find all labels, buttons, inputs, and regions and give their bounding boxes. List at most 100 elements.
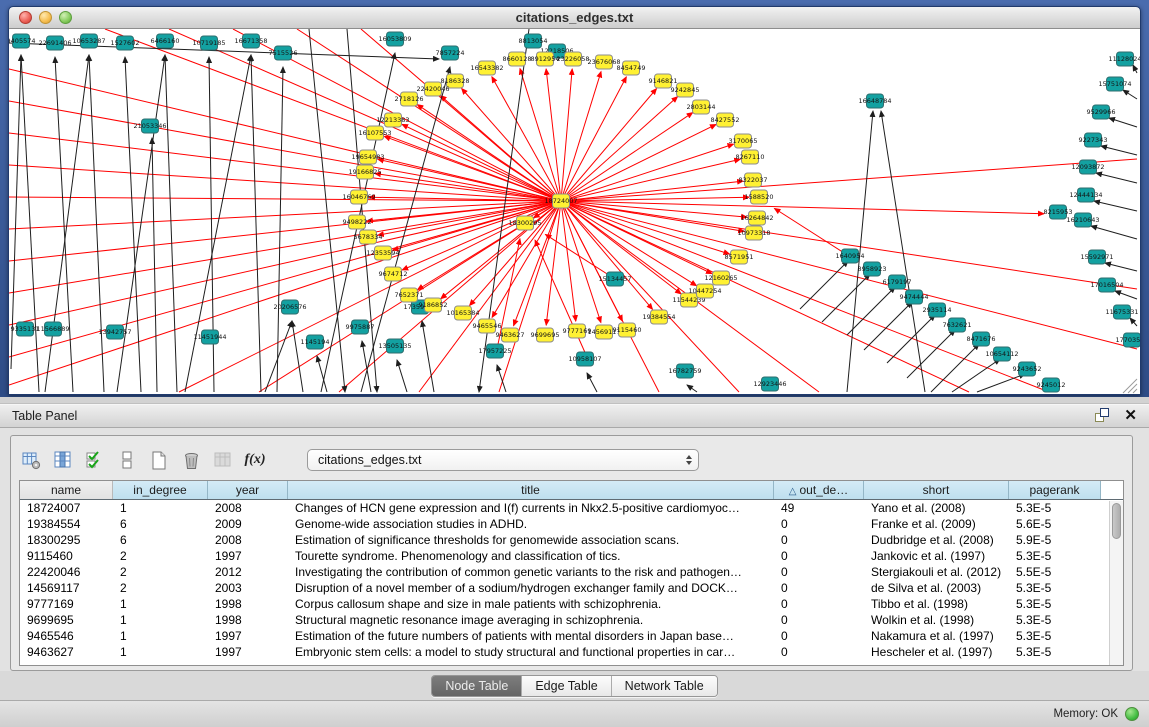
table-cell[interactable]: 5.3E-5	[1009, 500, 1101, 516]
delete-column-icon[interactable]	[181, 450, 201, 470]
table-vertical-scrollbar[interactable]	[1109, 501, 1123, 665]
table-cell[interactable]: Wolkin et al. (1998)	[864, 612, 1009, 628]
tab-node-table[interactable]: Node Table	[432, 676, 522, 696]
table-cell[interactable]: 22420046	[20, 564, 113, 580]
network-canvas[interactable]: 9405574226914061065328715276026466160107…	[9, 29, 1140, 394]
table-cell[interactable]: 1	[113, 596, 208, 612]
table-cell[interactable]: 0	[774, 564, 864, 580]
table-cell[interactable]: 2008	[208, 532, 288, 548]
panel-splitter[interactable]	[0, 397, 1149, 404]
table-cell[interactable]: 1998	[208, 596, 288, 612]
table-cell[interactable]: 0	[774, 548, 864, 564]
table-cell[interactable]: 9463627	[20, 644, 113, 660]
table-cell[interactable]: 18300295	[20, 532, 113, 548]
minimize-window-button[interactable]	[39, 11, 52, 24]
table-cell[interactable]: 1998	[208, 612, 288, 628]
table-selector-dropdown[interactable]: citations_edges.txt	[307, 449, 699, 471]
table-row[interactable]: 2242004622012Investigating the contribut…	[20, 564, 1123, 580]
table-cell[interactable]: Disruption of a novel member of a sodium…	[288, 580, 774, 596]
column-header-in_degree[interactable]: in_degree	[113, 481, 208, 499]
table-cell[interactable]: 2012	[208, 564, 288, 580]
table-cell[interactable]: 9777169	[20, 596, 113, 612]
table-cell[interactable]: 0	[774, 644, 864, 660]
column-header-year[interactable]: year	[208, 481, 288, 499]
select-all-rows-icon[interactable]	[85, 450, 105, 470]
table-cell[interactable]: 9115460	[20, 548, 113, 564]
table-disabled-icon[interactable]	[213, 450, 233, 470]
table-cell[interactable]: 0	[774, 532, 864, 548]
table-cell[interactable]: Investigating the contribution of common…	[288, 564, 774, 580]
select-column-icon[interactable]	[53, 450, 73, 470]
table-row[interactable]: 977716911998Corpus callosum shape and si…	[20, 596, 1123, 612]
table-cell[interactable]: 14569117	[20, 580, 113, 596]
table-cell[interactable]: 49	[774, 500, 864, 516]
table-cell[interactable]: Franke et al. (2009)	[864, 516, 1009, 532]
table-cell[interactable]: 5.3E-5	[1009, 612, 1101, 628]
table-row[interactable]: 1872400712008Changes of HCN gene express…	[20, 500, 1123, 516]
node-table[interactable]: namein_degreeyeartitle△out_de…shortpager…	[19, 480, 1124, 666]
table-cell[interactable]: 19384554	[20, 516, 113, 532]
table-cell[interactable]: Tourette syndrome. Phenomenology and cla…	[288, 548, 774, 564]
table-cell[interactable]: 1	[113, 500, 208, 516]
table-cell[interactable]: Embryonic stem cells: a model to study s…	[288, 644, 774, 660]
table-cell[interactable]: Estimation of significance thresholds fo…	[288, 532, 774, 548]
table-cell[interactable]: Yano et al. (2008)	[864, 500, 1009, 516]
scrollbar-thumb[interactable]	[1112, 503, 1121, 539]
table-cell[interactable]: 5.9E-5	[1009, 532, 1101, 548]
table-cell[interactable]: 5.3E-5	[1009, 628, 1101, 644]
table-cell[interactable]: 0	[774, 516, 864, 532]
deselect-rows-icon[interactable]	[117, 450, 137, 470]
table-cell[interactable]: Estimation of the future numbers of pati…	[288, 628, 774, 644]
column-header-title[interactable]: title	[288, 481, 774, 499]
column-header-short[interactable]: short	[864, 481, 1009, 499]
table-cell[interactable]: Nakamura et al. (1997)	[864, 628, 1009, 644]
table-cell[interactable]: 18724007	[20, 500, 113, 516]
table-cell[interactable]: 5.5E-5	[1009, 564, 1101, 580]
table-cell[interactable]: Changes of HCN gene expression and I(f) …	[288, 500, 774, 516]
table-cell[interactable]: 2	[113, 548, 208, 564]
window-titlebar[interactable]: citations_edges.txt	[9, 7, 1140, 29]
table-cell[interactable]: 0	[774, 612, 864, 628]
table-cell[interactable]: Corpus callosum shape and size in male p…	[288, 596, 774, 612]
table-cell[interactable]: Genome-wide association studies in ADHD.	[288, 516, 774, 532]
table-cell[interactable]: 1997	[208, 548, 288, 564]
table-cell[interactable]: 5.3E-5	[1009, 596, 1101, 612]
table-cell[interactable]: 1997	[208, 644, 288, 660]
table-cell[interactable]: 0	[774, 580, 864, 596]
table-cell[interactable]: Jankovic et al. (1997)	[864, 548, 1009, 564]
table-cell[interactable]: Tibbo et al. (1998)	[864, 596, 1009, 612]
memory-status-indicator[interactable]	[1125, 707, 1139, 721]
table-cell[interactable]: 2	[113, 564, 208, 580]
table-row[interactable]: 1830029562008Estimation of significance …	[20, 532, 1123, 548]
column-header-out_de[interactable]: △out_de…	[774, 481, 864, 499]
table-cell[interactable]: 9699695	[20, 612, 113, 628]
table-cell[interactable]: 2009	[208, 516, 288, 532]
table-cell[interactable]: de Silva et al. (2003)	[864, 580, 1009, 596]
table-row[interactable]: 1938455462009Genome-wide association stu…	[20, 516, 1123, 532]
close-window-button[interactable]	[19, 11, 32, 24]
tab-edge-table[interactable]: Edge Table	[522, 676, 611, 696]
table-settings-icon[interactable]	[21, 450, 41, 470]
column-header-pagerank[interactable]: pagerank	[1009, 481, 1101, 499]
table-cell[interactable]: 2	[113, 580, 208, 596]
function-builder-icon[interactable]: f(x)	[245, 450, 265, 470]
table-cell[interactable]: 5.3E-5	[1009, 548, 1101, 564]
network-graph[interactable]: 9405574226914061065328715276026466160107…	[9, 29, 1140, 394]
table-row[interactable]: 946554611997Estimation of the future num…	[20, 628, 1123, 644]
table-cell[interactable]: 5.3E-5	[1009, 644, 1101, 660]
table-cell[interactable]: 6	[113, 532, 208, 548]
table-cell[interactable]: Stergiakouli et al. (2012)	[864, 564, 1009, 580]
table-row[interactable]: 946362711997Embryonic stem cells: a mode…	[20, 644, 1123, 660]
table-row[interactable]: 911546021997Tourette syndrome. Phenomeno…	[20, 548, 1123, 564]
close-panel-icon[interactable]: ✕	[1124, 408, 1137, 423]
table-cell[interactable]: 0	[774, 596, 864, 612]
float-panel-icon[interactable]	[1095, 408, 1110, 423]
table-cell[interactable]: 6	[113, 516, 208, 532]
table-cell[interactable]: 1	[113, 628, 208, 644]
table-cell[interactable]: 2003	[208, 580, 288, 596]
zoom-window-button[interactable]	[59, 11, 72, 24]
new-column-icon[interactable]	[149, 450, 169, 470]
table-cell[interactable]: 9465546	[20, 628, 113, 644]
table-row[interactable]: 1456911722003Disruption of a novel membe…	[20, 580, 1123, 596]
table-cell[interactable]: 2008	[208, 500, 288, 516]
